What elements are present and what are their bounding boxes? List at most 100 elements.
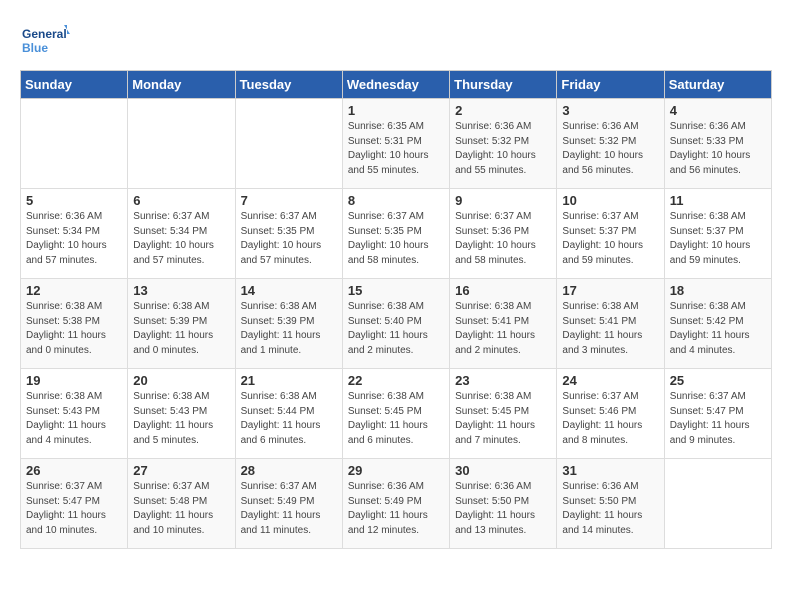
cell-content: Sunrise: 6:37 AM Sunset: 5:47 PM Dayligh… <box>26 480 122 538</box>
cell-content: Sunrise: 6:38 AM Sunset: 5:44 PM Dayligh… <box>241 390 337 448</box>
cell-content: Sunrise: 6:36 AM Sunset: 5:32 PM Dayligh… <box>562 120 658 178</box>
cell-content: Sunrise: 6:35 AM Sunset: 5:31 PM Dayligh… <box>348 120 444 178</box>
cell-content: Sunrise: 6:38 AM Sunset: 5:39 PM Dayligh… <box>133 300 229 358</box>
day-number: 23 <box>455 373 551 388</box>
calendar-cell: 10Sunrise: 6:37 AM Sunset: 5:37 PM Dayli… <box>557 189 664 279</box>
cell-content: Sunrise: 6:36 AM Sunset: 5:34 PM Dayligh… <box>26 210 122 268</box>
calendar-cell: 22 Sunrise: 6:38 AM Sunset: 5:45 PM Dayli… <box>342 369 449 459</box>
calendar-cell: 21 Sunrise: 6:38 AM Sunset: 5:44 PM Dayli… <box>235 369 342 459</box>
logo: General Blue <box>20 20 70 60</box>
calendar-cell: 19 Sunrise: 6:38 AM Sunset: 5:43 PM Dayli… <box>21 369 128 459</box>
calendar-week: 1 Sunrise: 6:35 AM Sunset: 5:31 PM Daylig… <box>21 99 772 189</box>
calendar-cell: 1 Sunrise: 6:35 AM Sunset: 5:31 PM Daylig… <box>342 99 449 189</box>
calendar-cell: 5 Sunrise: 6:36 AM Sunset: 5:34 PM Daylig… <box>21 189 128 279</box>
day-number: 20 <box>133 373 229 388</box>
header-day: Thursday <box>450 71 557 99</box>
day-number: 12 <box>26 283 122 298</box>
cell-content: Sunrise: 6:38 AM Sunset: 5:43 PM Dayligh… <box>26 390 122 448</box>
day-number: 4 <box>670 103 766 118</box>
day-number: 31 <box>562 463 658 478</box>
calendar-cell: 3Sunrise: 6:36 AM Sunset: 5:32 PM Daylig… <box>557 99 664 189</box>
cell-content: Sunrise: 6:38 AM Sunset: 5:39 PM Dayligh… <box>241 300 337 358</box>
cell-content: Sunrise: 6:38 AM Sunset: 5:45 PM Dayligh… <box>455 390 551 448</box>
cell-content: Sunrise: 6:37 AM Sunset: 5:48 PM Dayligh… <box>133 480 229 538</box>
cell-content: Sunrise: 6:38 AM Sunset: 5:41 PM Dayligh… <box>455 300 551 358</box>
day-number: 5 <box>26 193 122 208</box>
day-number: 10 <box>562 193 658 208</box>
day-number: 29 <box>348 463 444 478</box>
calendar-cell: 2 Sunrise: 6:36 AM Sunset: 5:32 PM Daylig… <box>450 99 557 189</box>
calendar-cell: 11 Sunrise: 6:38 AM Sunset: 5:37 PM Dayli… <box>664 189 771 279</box>
header-day: Tuesday <box>235 71 342 99</box>
calendar-cell: 12 Sunrise: 6:38 AM Sunset: 5:38 PM Dayli… <box>21 279 128 369</box>
calendar-cell: 20 Sunrise: 6:38 AM Sunset: 5:43 PM Dayli… <box>128 369 235 459</box>
day-number: 25 <box>670 373 766 388</box>
cell-content: Sunrise: 6:37 AM Sunset: 5:47 PM Dayligh… <box>670 390 766 448</box>
day-number: 7 <box>241 193 337 208</box>
cell-content: Sunrise: 6:38 AM Sunset: 5:42 PM Dayligh… <box>670 300 766 358</box>
cell-content: Sunrise: 6:38 AM Sunset: 5:43 PM Dayligh… <box>133 390 229 448</box>
header-day: Monday <box>128 71 235 99</box>
calendar-cell: 15Sunrise: 6:38 AM Sunset: 5:40 PM Dayli… <box>342 279 449 369</box>
calendar-cell: 27 Sunrise: 6:37 AM Sunset: 5:48 PM Dayli… <box>128 459 235 549</box>
day-number: 21 <box>241 373 337 388</box>
calendar-cell <box>664 459 771 549</box>
cell-content: Sunrise: 6:38 AM Sunset: 5:37 PM Dayligh… <box>670 210 766 268</box>
calendar-cell: 4Sunrise: 6:36 AM Sunset: 5:33 PM Daylig… <box>664 99 771 189</box>
day-number: 18 <box>670 283 766 298</box>
day-number: 2 <box>455 103 551 118</box>
calendar-cell: 31 Sunrise: 6:36 AM Sunset: 5:50 PM Dayli… <box>557 459 664 549</box>
day-number: 28 <box>241 463 337 478</box>
calendar-cell: 30Sunrise: 6:36 AM Sunset: 5:50 PM Dayli… <box>450 459 557 549</box>
calendar-cell <box>235 99 342 189</box>
calendar-cell: 9Sunrise: 6:37 AM Sunset: 5:36 PM Daylig… <box>450 189 557 279</box>
calendar-cell: 13 Sunrise: 6:38 AM Sunset: 5:39 PM Dayli… <box>128 279 235 369</box>
calendar-cell: 24Sunrise: 6:37 AM Sunset: 5:46 PM Dayli… <box>557 369 664 459</box>
cell-content: Sunrise: 6:36 AM Sunset: 5:32 PM Dayligh… <box>455 120 551 178</box>
day-number: 13 <box>133 283 229 298</box>
calendar-week: 19 Sunrise: 6:38 AM Sunset: 5:43 PM Dayli… <box>21 369 772 459</box>
cell-content: Sunrise: 6:37 AM Sunset: 5:35 PM Dayligh… <box>348 210 444 268</box>
calendar-table: SundayMondayTuesdayWednesdayThursdayFrid… <box>20 70 772 549</box>
day-number: 19 <box>26 373 122 388</box>
header-day: Wednesday <box>342 71 449 99</box>
calendar-cell: 8 Sunrise: 6:37 AM Sunset: 5:35 PM Daylig… <box>342 189 449 279</box>
header: General Blue <box>20 20 772 60</box>
day-number: 22 <box>348 373 444 388</box>
header-day: Friday <box>557 71 664 99</box>
calendar-week: 5 Sunrise: 6:36 AM Sunset: 5:34 PM Daylig… <box>21 189 772 279</box>
calendar-cell: 16 Sunrise: 6:38 AM Sunset: 5:41 PM Dayli… <box>450 279 557 369</box>
calendar-week: 26 Sunrise: 6:37 AM Sunset: 5:47 PM Dayli… <box>21 459 772 549</box>
header-day: Sunday <box>21 71 128 99</box>
day-number: 16 <box>455 283 551 298</box>
cell-content: Sunrise: 6:38 AM Sunset: 5:38 PM Dayligh… <box>26 300 122 358</box>
day-number: 27 <box>133 463 229 478</box>
cell-content: Sunrise: 6:37 AM Sunset: 5:34 PM Dayligh… <box>133 210 229 268</box>
calendar-cell: 23 Sunrise: 6:38 AM Sunset: 5:45 PM Dayli… <box>450 369 557 459</box>
day-number: 17 <box>562 283 658 298</box>
day-number: 14 <box>241 283 337 298</box>
day-number: 30 <box>455 463 551 478</box>
day-number: 6 <box>133 193 229 208</box>
calendar-cell <box>21 99 128 189</box>
day-number: 9 <box>455 193 551 208</box>
day-number: 11 <box>670 193 766 208</box>
day-number: 8 <box>348 193 444 208</box>
calendar-cell: 28 Sunrise: 6:37 AM Sunset: 5:49 PM Dayli… <box>235 459 342 549</box>
cell-content: Sunrise: 6:36 AM Sunset: 5:50 PM Dayligh… <box>562 480 658 538</box>
day-number: 26 <box>26 463 122 478</box>
calendar-cell: 14 Sunrise: 6:38 AM Sunset: 5:39 PM Dayli… <box>235 279 342 369</box>
cell-content: Sunrise: 6:37 AM Sunset: 5:49 PM Dayligh… <box>241 480 337 538</box>
svg-text:General: General <box>22 27 67 41</box>
cell-content: Sunrise: 6:37 AM Sunset: 5:35 PM Dayligh… <box>241 210 337 268</box>
header-row: SundayMondayTuesdayWednesdayThursdayFrid… <box>21 71 772 99</box>
calendar-cell: 17 Sunrise: 6:38 AM Sunset: 5:41 PM Dayli… <box>557 279 664 369</box>
day-number: 1 <box>348 103 444 118</box>
cell-content: Sunrise: 6:36 AM Sunset: 5:49 PM Dayligh… <box>348 480 444 538</box>
cell-content: Sunrise: 6:38 AM Sunset: 5:45 PM Dayligh… <box>348 390 444 448</box>
cell-content: Sunrise: 6:38 AM Sunset: 5:41 PM Dayligh… <box>562 300 658 358</box>
day-number: 24 <box>562 373 658 388</box>
calendar-cell: 26 Sunrise: 6:37 AM Sunset: 5:47 PM Dayli… <box>21 459 128 549</box>
calendar-cell: 29 Sunrise: 6:36 AM Sunset: 5:49 PM Dayli… <box>342 459 449 549</box>
svg-text:Blue: Blue <box>22 41 48 55</box>
